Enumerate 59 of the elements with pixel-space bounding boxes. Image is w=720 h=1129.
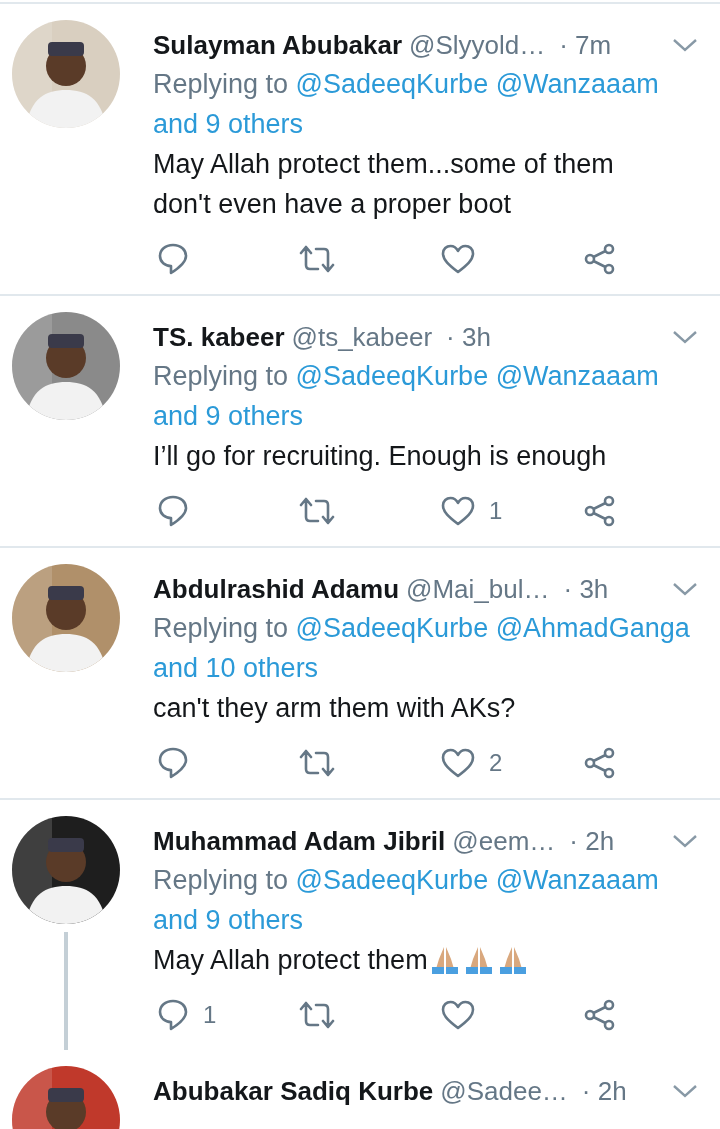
reply-icon[interactable] (157, 746, 189, 780)
tweet-text: May Allah protect them...some of them don't even have a proper boot (153, 148, 615, 221)
reply-count: 1 (203, 1001, 217, 1029)
user-name: Abdulrashid Adamu (153, 573, 400, 606)
mention-link[interactable]: and 9 others (153, 401, 304, 431)
like-count: 1 (489, 497, 503, 525)
mention-link[interactable]: @SadeeqKurbe (295, 69, 489, 99)
replying-label: Replying to (153, 361, 289, 391)
reply-icon[interactable] (157, 998, 189, 1032)
user-handle: @eem… (452, 825, 556, 858)
user-name: Sulayman Abubakar (153, 29, 402, 62)
share-icon[interactable] (583, 243, 617, 275)
tweet-time: · 7m (559, 29, 612, 62)
mention-link[interactable]: @SadeeqKurbe (295, 865, 489, 895)
tweet-time: · 2h (569, 825, 615, 858)
share-icon[interactable] (583, 747, 617, 779)
mention-link[interactable]: @SadeeqKurbe (295, 361, 489, 391)
replying-label: Replying to (153, 613, 289, 643)
share-icon[interactable] (583, 495, 617, 527)
retweet-icon[interactable] (299, 748, 335, 778)
retweet-icon[interactable] (299, 244, 335, 274)
user-handle: @Mai_bul… (406, 573, 550, 606)
user-name: Abubakar Sadiq Kurbe (153, 1075, 434, 1108)
heart-icon[interactable] (441, 496, 475, 526)
user-handle: @Slyyold… (409, 29, 546, 62)
chevron-down-icon[interactable] (672, 581, 698, 597)
user-handle: @ts_kabeer (291, 321, 433, 354)
chevron-down-icon[interactable] (672, 1083, 698, 1099)
mention-link[interactable]: @AhmadGanga (495, 613, 690, 643)
reply-icon[interactable] (157, 494, 189, 528)
tweet-text: May Allah protect them (153, 944, 428, 977)
share-icon[interactable] (583, 999, 617, 1031)
reply-icon[interactable] (157, 242, 189, 276)
like-count: 2 (489, 749, 503, 777)
mention-link[interactable]: and 9 others (153, 109, 304, 139)
heart-icon[interactable] (441, 1000, 475, 1030)
mention-link[interactable]: @Wanzaaam (495, 361, 659, 391)
tweet-time: · 3h (446, 321, 491, 354)
user-handle: @Sadee… (440, 1075, 568, 1108)
user-name: TS. kabeer (153, 321, 285, 354)
mention-link[interactable]: @Wanzaaam (495, 69, 659, 99)
retweet-icon[interactable] (299, 1000, 335, 1030)
retweet-icon[interactable] (299, 496, 335, 526)
tweet-text: I’ll go for recruiting. Enough is enough (153, 440, 607, 473)
replying-label: Replying to (153, 69, 289, 99)
tweet-time: · 2h (581, 1075, 627, 1108)
mention-link[interactable]: and 10 others (153, 653, 319, 683)
tweet-time: · 3h (563, 573, 609, 606)
mention-link[interactable]: @SadeeqKurbe (295, 613, 489, 643)
mention-link[interactable]: @Wanzaaam (495, 865, 659, 895)
mention-link[interactable]: and 9 others (153, 905, 304, 935)
chevron-down-icon[interactable] (672, 833, 698, 849)
heart-icon[interactable] (441, 244, 475, 274)
tweet-text: can't they arm them with AKs? (153, 692, 516, 725)
replying-label: Replying to (153, 865, 289, 895)
chevron-down-icon[interactable] (672, 329, 698, 345)
heart-icon[interactable] (441, 748, 475, 778)
chevron-down-icon[interactable] (672, 37, 698, 53)
user-name: Muhammad Adam Jibril (153, 825, 446, 858)
